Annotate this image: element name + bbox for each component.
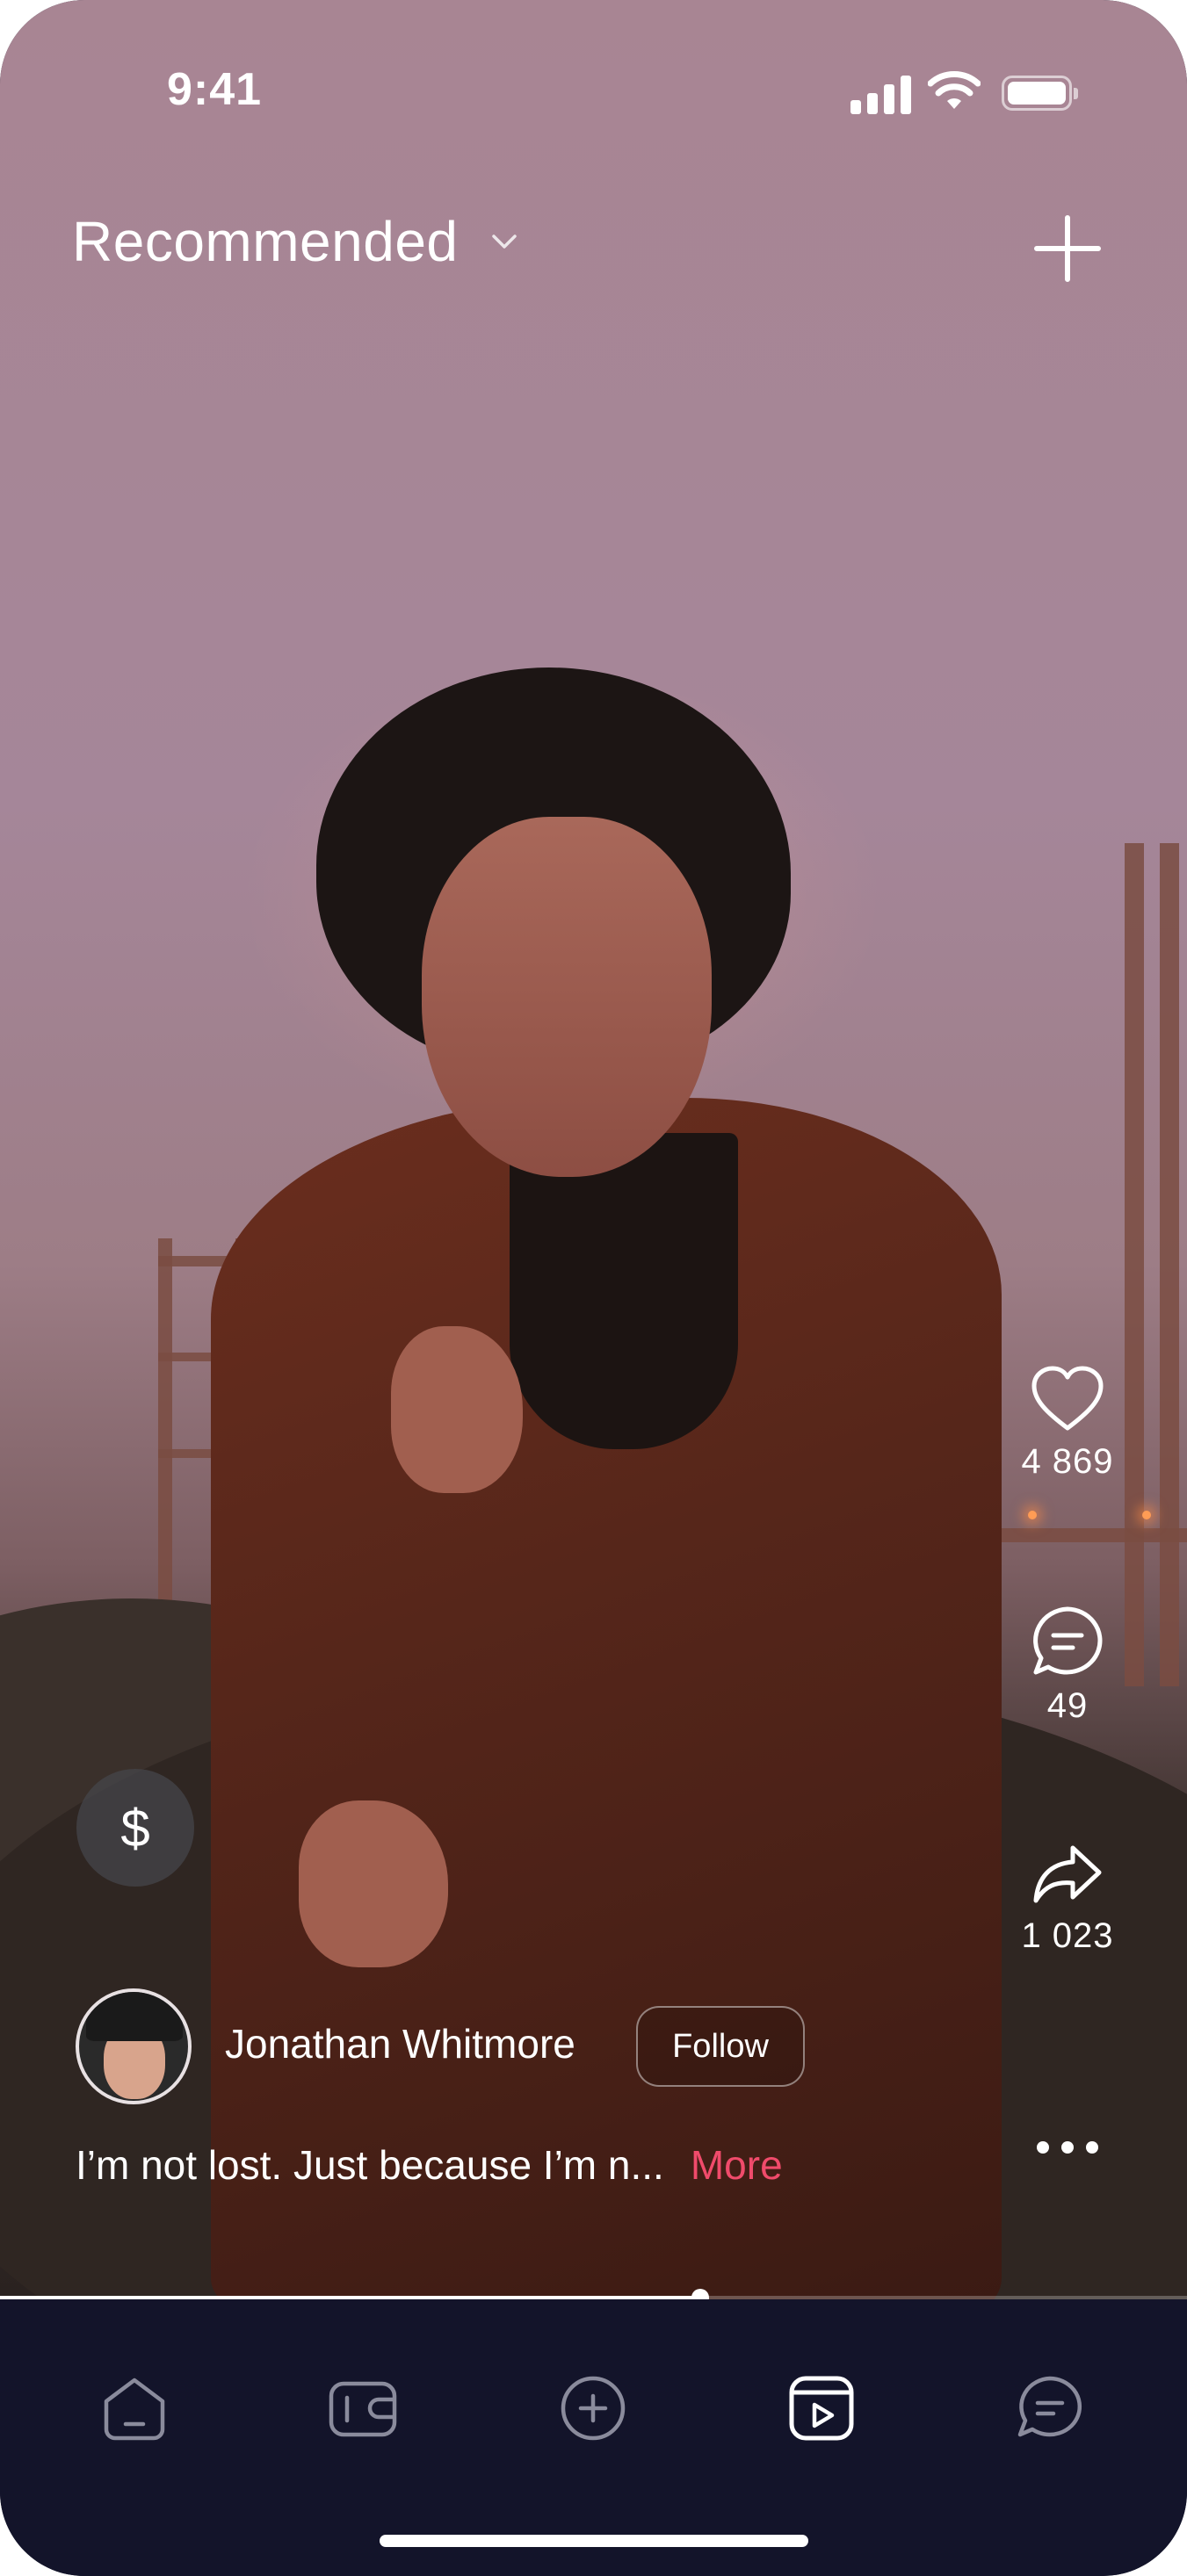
video-play-icon [789,2376,854,2441]
comment-icon [1033,1606,1103,1675]
bridge-tower-left [158,1238,172,1625]
wallet-icon [329,2381,397,2437]
person-shirt [510,1133,738,1449]
share-action[interactable]: 1 023 [1010,1841,1125,1956]
person-hand [391,1326,523,1493]
more-options-action[interactable] [1010,2134,1125,2161]
tab-create[interactable] [556,2371,630,2445]
battery-icon [1002,76,1078,111]
status-bar: 9:41 [0,0,1187,158]
person-hand [299,1800,448,1967]
tab-videos[interactable] [785,2371,858,2445]
phone-screen: 9:41 Recommended 4 869 49 1 023 $ Jonath… [0,0,1187,2576]
comment-action[interactable]: 49 [1010,1604,1125,1726]
video-player[interactable] [0,0,1187,2299]
follow-button[interactable]: Follow [636,2006,805,2087]
share-count: 1 023 [1021,1916,1114,1955]
share-icon [1033,1845,1102,1903]
wifi-icon [928,71,981,109]
post-caption: I’m not lost. Just because I’m n... More [76,2141,783,2189]
more-horizontal-icon [1037,2141,1098,2154]
chevron-down-icon [491,235,517,249]
city-light [1028,1511,1037,1519]
bridge-deck [993,1528,1187,1542]
tab-wallet[interactable] [326,2371,400,2445]
bridge-tower-right-2 [1160,843,1179,1686]
caption-text: I’m not lost. Just because I’m n... [76,2142,664,2188]
comment-count: 49 [1046,1686,1089,1725]
cellular-signal-icon [850,72,912,114]
tab-home[interactable] [98,2371,171,2445]
tab-messages[interactable] [1013,2371,1087,2445]
more-link[interactable]: More [691,2142,783,2188]
dollar-icon: $ [120,1798,150,1858]
home-indicator[interactable] [380,2535,808,2547]
plus-circle-icon [561,2376,626,2441]
status-time: 9:41 [167,64,263,115]
avatar[interactable] [76,1988,192,2104]
bridge-tower-right [1125,843,1144,1686]
like-action[interactable]: 4 869 [1010,1363,1125,1482]
person-face [422,817,712,1177]
city-light [1142,1511,1151,1519]
add-icon[interactable] [1028,209,1107,288]
author-name[interactable]: Jonathan Whitmore [225,2020,575,2067]
tip-button[interactable]: $ [76,1769,194,1887]
heart-icon [1031,1366,1104,1431]
chat-icon [1017,2376,1082,2437]
feed-title: Recommended [72,210,459,273]
feed-selector[interactable]: Recommended [72,209,524,274]
home-icon [104,2378,165,2441]
avatar-hat [86,1992,183,2041]
like-count: 4 869 [1021,1442,1114,1481]
